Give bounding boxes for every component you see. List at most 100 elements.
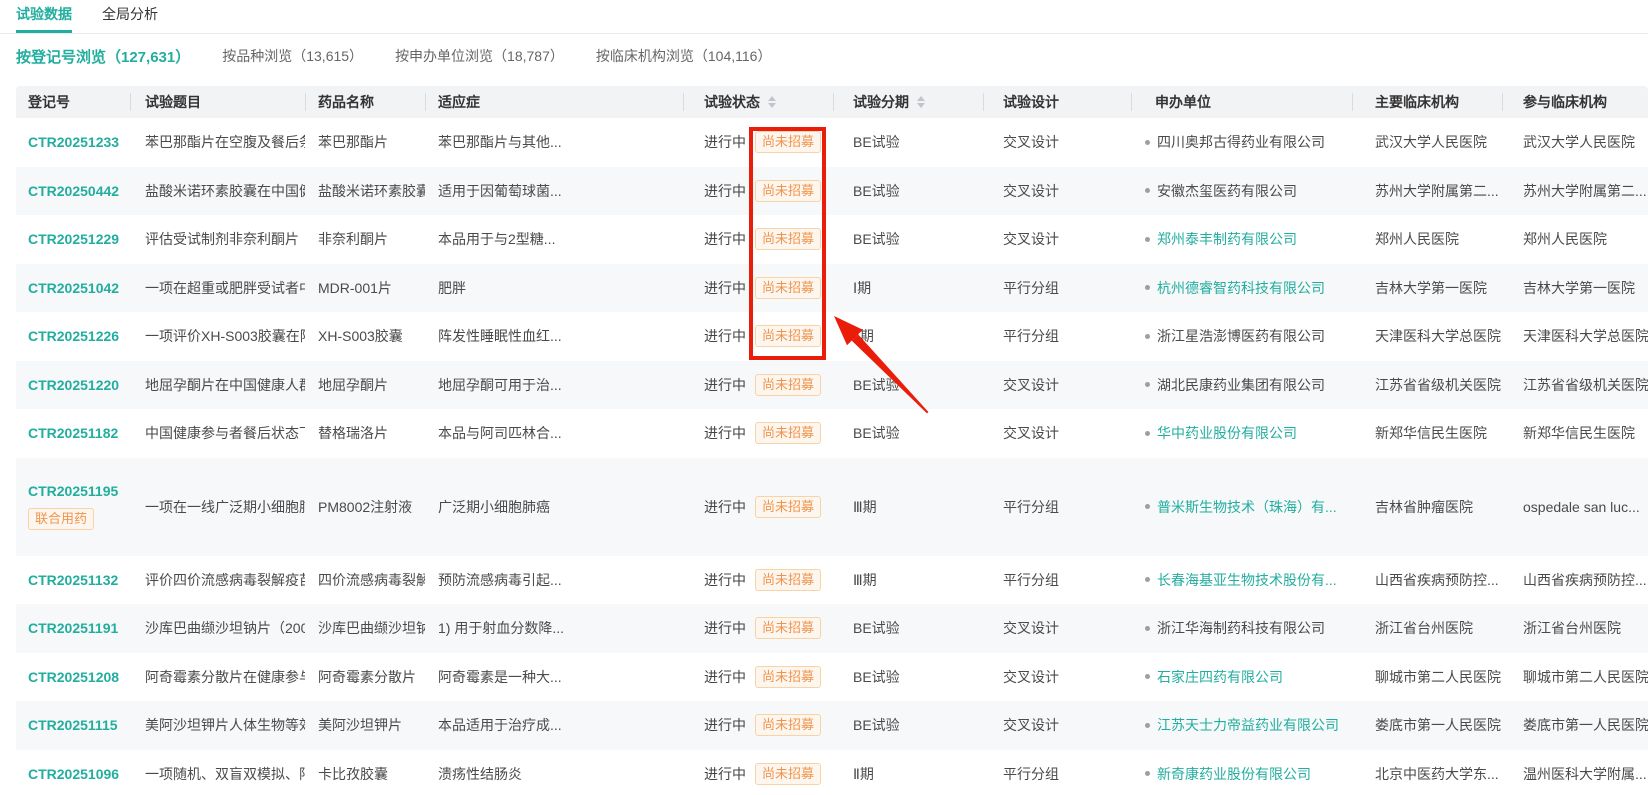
indication-cell: 本品适用于治疗成...: [425, 715, 683, 735]
status-cell: 进行中 尚未招募: [683, 763, 833, 785]
sponsor-cell: 华中药业股份有限公司: [1131, 423, 1352, 443]
sponsor-name[interactable]: 江苏天士力帝益药业有限公司: [1157, 715, 1339, 735]
part-org-cell: 郑州人民医院: [1502, 229, 1648, 249]
subnav-by-institution[interactable]: 按临床机构浏览（104,116）: [596, 46, 772, 66]
sponsor-cell: 杭州德睿智药科技有限公司: [1131, 278, 1352, 298]
registration-cell: CTR20251195 联合用药: [16, 483, 130, 530]
bullet-dot-icon: [1145, 140, 1150, 145]
tab-global-analysis[interactable]: 全局分析: [102, 0, 158, 33]
phase-cell: BE试验: [833, 423, 983, 443]
trial-title-cell: 美阿沙坦钾片人体生物等效性...: [130, 715, 305, 735]
part-org-cell: 浙江省台州医院: [1502, 618, 1648, 638]
sponsor-name[interactable]: 杭州德睿智药科技有限公司: [1157, 278, 1325, 298]
subnav-by-registration[interactable]: 按登记号浏览（127,631）: [16, 46, 190, 67]
sponsor-name[interactable]: 普米斯生物技术（珠海）有...: [1157, 497, 1337, 517]
drug-name-cell: 卡比孜胶囊: [305, 764, 425, 784]
trial-title-cell: 评估受试制剂非奈利酮片（规...: [130, 229, 305, 249]
top-tabbar: 试验数据 全局分析: [0, 0, 1648, 34]
registration-link[interactable]: CTR20251182: [28, 425, 118, 441]
main-org-cell: 浙江省台州医院: [1352, 618, 1502, 638]
sort-phase-icon[interactable]: [917, 92, 925, 112]
main-org-cell: 江苏省省级机关医院: [1352, 375, 1502, 395]
indication-cell: 肥胖: [425, 278, 683, 298]
sponsor-name[interactable]: 石家庄四药有限公司: [1157, 667, 1283, 687]
indication-cell: 本品用于与2型糖...: [425, 229, 683, 249]
indication-cell: 苯巴那酯片与其他...: [425, 132, 683, 152]
col-header-drug: 药品名称: [305, 86, 425, 118]
registration-link[interactable]: CTR20251233: [28, 134, 119, 150]
registration-link[interactable]: CTR20251115: [28, 717, 118, 733]
sponsor-cell: 安徽杰玺医药有限公司: [1131, 181, 1352, 201]
indication-cell: 预防流感病毒引起...: [425, 570, 683, 590]
trial-title-cell: 阿奇霉素分散片在健康参与者...: [130, 667, 305, 687]
design-cell: 平行分组: [983, 278, 1131, 298]
indication-cell: 适用于因葡萄球菌...: [425, 181, 683, 201]
status-text: 进行中: [704, 181, 746, 201]
table-row: CTR20251132 评价四价流感病毒裂解疫苗在3... 四价流感病毒裂解..…: [16, 556, 1648, 605]
main-org-cell: 苏州大学附属第二...: [1352, 181, 1502, 201]
design-cell: 交叉设计: [983, 181, 1131, 201]
bullet-dot-icon: [1145, 674, 1150, 679]
col-header-status: 试验状态: [683, 86, 833, 118]
registration-link[interactable]: CTR20251226: [28, 328, 119, 344]
sponsor-name[interactable]: 华中药业股份有限公司: [1157, 423, 1297, 443]
sponsor-cell: 浙江星浩澎博医药有限公司: [1131, 326, 1352, 346]
table-row: CTR20251182 中国健康参与者餐后状态下单... 替格瑞洛片 本品与阿司…: [16, 409, 1648, 458]
registration-link[interactable]: CTR20251191: [28, 620, 118, 636]
table-body: CTR20251233 苯巴那酯片在空腹及餐后条件... 苯巴那酯片 苯巴那酯片…: [16, 118, 1648, 795]
indication-cell: 本品与阿司匹林合...: [425, 423, 683, 443]
part-org-cell: 吉林大学第一医院: [1502, 278, 1648, 298]
status-cell: 进行中 尚未招募: [683, 714, 833, 736]
tab-trial-data[interactable]: 试验数据: [16, 0, 72, 33]
main-org-cell: 山西省疾病预防控...: [1352, 570, 1502, 590]
sponsor-cell: 湖北民康药业集团有限公司: [1131, 375, 1352, 395]
registration-cell: CTR20251233: [16, 134, 130, 150]
trial-title-cell: 评价四价流感病毒裂解疫苗在3...: [130, 570, 305, 590]
subnav-by-sponsor[interactable]: 按申办单位浏览（18,787）: [395, 46, 564, 66]
status-cell: 进行中 尚未招募: [683, 496, 833, 518]
registration-link[interactable]: CTR20251042: [28, 280, 119, 296]
main-org-cell: 娄底市第一人民医院: [1352, 715, 1502, 735]
recruit-status-badge: 尚未招募: [755, 325, 821, 347]
indication-cell: 1) 用于射血分数降...: [425, 618, 683, 638]
registration-link[interactable]: CTR20251096: [28, 766, 119, 782]
registration-link[interactable]: CTR20251229: [28, 231, 119, 247]
registration-cell: CTR20250442: [16, 183, 130, 199]
sort-status-icon[interactable]: [768, 92, 776, 112]
status-text: 进行中: [704, 423, 746, 443]
phase-cell: BE试验: [833, 375, 983, 395]
table-row: CTR20251226 一项评价XH-S003胶囊在阵发... XH-S003胶…: [16, 312, 1648, 361]
registration-link[interactable]: CTR20251195: [28, 483, 118, 499]
sponsor-name[interactable]: 郑州泰丰制药有限公司: [1157, 229, 1297, 249]
table-row: CTR20251229 评估受试制剂非奈利酮片（规... 非奈利酮片 本品用于与…: [16, 215, 1648, 264]
table-row: CTR20251208 阿奇霉素分散片在健康参与者... 阿奇霉素分散片 阿奇霉…: [16, 653, 1648, 702]
drug-name-cell: MDR-001片: [305, 278, 425, 298]
status-text: 进行中: [704, 570, 746, 590]
drug-name-cell: 盐酸米诺环素胶囊: [305, 181, 425, 201]
design-cell: 平行分组: [983, 764, 1131, 784]
table-row: CTR20251233 苯巴那酯片在空腹及餐后条件... 苯巴那酯片 苯巴那酯片…: [16, 118, 1648, 167]
subnav-by-variety[interactable]: 按品种浏览（13,615）: [222, 46, 363, 66]
registration-link[interactable]: CTR20251132: [28, 572, 118, 588]
registration-link[interactable]: CTR20250442: [28, 183, 119, 199]
sponsor-name: 浙江华海制药科技有限公司: [1157, 618, 1325, 638]
sponsor-cell: 四川奥邦古得药业有限公司: [1131, 132, 1352, 152]
registration-cell: CTR20251096: [16, 766, 130, 782]
table-header: 登记号 试验题目 药品名称 适应症 试验状态 试验分期 试验设计 申办单位 主要…: [16, 86, 1648, 118]
sponsor-cell: 江苏天士力帝益药业有限公司: [1131, 715, 1352, 735]
registration-link[interactable]: CTR20251208: [28, 669, 119, 685]
sponsor-name[interactable]: 新奇康药业股份有限公司: [1157, 764, 1311, 784]
bullet-dot-icon: [1145, 188, 1150, 193]
sponsor-name[interactable]: 长春海基亚生物技术股份有...: [1157, 570, 1337, 590]
phase-cell: Ⅲ期: [833, 570, 983, 590]
part-org-cell: 娄底市第一人民医院: [1502, 715, 1648, 735]
part-org-cell: 武汉大学人民医院: [1502, 132, 1648, 152]
phase-cell: BE试验: [833, 715, 983, 735]
recruit-status-badge: 尚未招募: [755, 496, 821, 518]
registration-link[interactable]: CTR20251220: [28, 377, 119, 393]
trial-title-cell: 地屈孕酮片在中国健康人群中...: [130, 375, 305, 395]
indication-cell: 地屈孕酮可用于治...: [425, 375, 683, 395]
bullet-dot-icon: [1145, 382, 1150, 387]
trial-title-cell: 一项随机、双盲双模拟、阳性...: [130, 764, 305, 784]
status-cell: 进行中 尚未招募: [683, 228, 833, 250]
